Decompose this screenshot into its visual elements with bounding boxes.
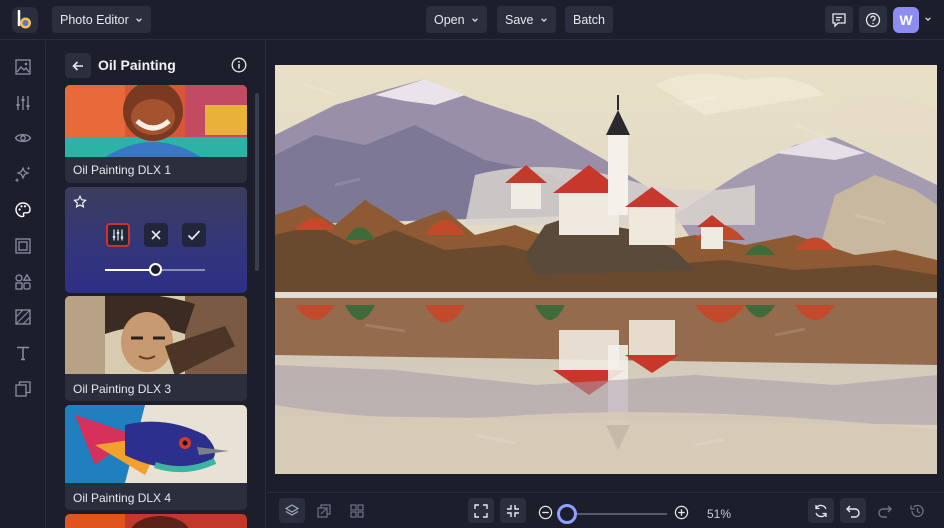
- preset-thumbnail: [65, 514, 247, 528]
- fit-screen-button[interactable]: [468, 498, 494, 523]
- graphics-icon: [15, 273, 32, 290]
- save-button[interactable]: Save: [497, 6, 556, 33]
- canvas-area: [267, 41, 944, 492]
- preset-card-next[interactable]: [65, 514, 247, 528]
- text-icon: [17, 346, 29, 361]
- actual-size-button[interactable]: [500, 498, 526, 523]
- adjust-icon: [16, 96, 30, 110]
- rail-item-adjust[interactable]: [12, 92, 34, 114]
- chat-icon: [832, 12, 846, 28]
- batch-button[interactable]: Batch: [565, 6, 613, 33]
- layers-button[interactable]: [279, 498, 305, 523]
- zoom-in-icon[interactable]: [674, 505, 689, 520]
- layers-icon: [284, 503, 300, 516]
- rail-item-effects[interactable]: [12, 163, 34, 185]
- preset-card-dlx-3[interactable]: Oil Painting DLX 3: [65, 296, 247, 401]
- chevron-down-icon: [540, 17, 547, 22]
- undo-icon: [846, 505, 860, 518]
- magic-icon: [14, 166, 31, 183]
- preset-label: Oil Painting DLX 1: [73, 163, 172, 177]
- preset-thumbnail: [65, 405, 247, 483]
- texture-icon: [15, 309, 31, 325]
- logo-icon: [17, 10, 31, 29]
- save-label: Save: [505, 12, 534, 27]
- edited-photo[interactable]: [275, 65, 937, 474]
- rail-item-textures[interactable]: [12, 306, 34, 328]
- preset-label: Oil Painting DLX 4: [73, 491, 172, 505]
- arrow-left-icon: [72, 60, 83, 71]
- reset-icon: [815, 504, 827, 517]
- cancel-icon: [151, 230, 161, 240]
- effects-panel: Oil Painting Oil Painting DLX 1 Oil Pain…: [47, 41, 266, 528]
- panel-scrollbar[interactable]: [255, 93, 259, 271]
- bottom-toolbar: 51%: [267, 492, 944, 528]
- photo-editor-menu-button[interactable]: Photo Editor: [52, 6, 151, 33]
- chevron-down-icon[interactable]: [924, 15, 932, 23]
- rail-item-text[interactable]: [12, 342, 34, 364]
- compare-button[interactable]: [311, 498, 337, 523]
- back-button[interactable]: [65, 53, 91, 78]
- zoom-out-icon[interactable]: [538, 505, 553, 520]
- top-bar: Photo Editor Open Save Batch W: [0, 0, 944, 40]
- rail-item-collage[interactable]: [12, 378, 34, 400]
- preset-cancel-button[interactable]: [144, 223, 168, 247]
- preset-label: Oil Painting DLX 3: [73, 382, 172, 396]
- rail-item-frames[interactable]: [12, 235, 34, 257]
- settings-icon: [112, 229, 124, 241]
- shrink-icon: [507, 504, 519, 517]
- panel-title: Oil Painting: [98, 57, 176, 73]
- chevron-down-icon: [471, 17, 478, 22]
- redo-icon: [878, 505, 892, 518]
- preset-thumbnail: [65, 296, 247, 374]
- rail-item-view[interactable]: [12, 127, 34, 149]
- star-icon[interactable]: [73, 195, 87, 209]
- feedback-button[interactable]: [825, 6, 853, 33]
- palette-icon: [15, 202, 31, 218]
- intensity-slider-knob[interactable]: [148, 263, 162, 276]
- preset-card-dlx-1[interactable]: Oil Painting DLX 1: [65, 85, 247, 183]
- tool-rail: [0, 41, 46, 528]
- help-button[interactable]: [859, 6, 887, 33]
- rail-item-image[interactable]: [12, 56, 34, 78]
- panel-header: Oil Painting: [47, 41, 265, 85]
- logo[interactable]: [12, 7, 38, 33]
- active-preset-card[interactable]: [65, 187, 247, 293]
- grid-view-button[interactable]: [344, 498, 370, 523]
- open-label: Open: [434, 12, 465, 27]
- compare-icon: [317, 503, 331, 518]
- eye-icon: [14, 133, 32, 143]
- reset-button[interactable]: [808, 498, 834, 523]
- history-button[interactable]: [904, 498, 930, 523]
- zoom-slider-knob[interactable]: [557, 504, 577, 524]
- collage-icon: [15, 381, 31, 397]
- preset-thumbnail: [65, 85, 247, 157]
- batch-label: Batch: [573, 12, 605, 27]
- image-icon: [15, 59, 31, 75]
- apply-icon: [187, 230, 201, 241]
- frame-icon: [15, 238, 31, 254]
- zoom-level-label: 51%: [707, 507, 732, 521]
- preset-apply-button[interactable]: [182, 223, 206, 247]
- history-icon: [910, 504, 924, 517]
- photo-editor-label: Photo Editor: [60, 12, 129, 27]
- oil-painting-lake-image: [275, 65, 937, 474]
- help-icon: [865, 12, 881, 27]
- preset-settings-button[interactable]: [106, 223, 130, 247]
- intensity-slider-fill: [105, 269, 155, 271]
- rail-item-graphics[interactable]: [12, 271, 34, 293]
- open-button[interactable]: Open: [426, 6, 487, 33]
- grid-icon: [350, 503, 364, 518]
- undo-button[interactable]: [840, 498, 866, 523]
- info-icon[interactable]: [231, 57, 247, 73]
- rail-item-artsy[interactable]: [12, 199, 34, 221]
- zoom-slider-track[interactable]: [567, 513, 667, 515]
- chevron-down-icon: [135, 17, 142, 22]
- expand-icon: [474, 503, 488, 518]
- preset-card-dlx-4[interactable]: Oil Painting DLX 4: [65, 405, 247, 510]
- redo-button[interactable]: [872, 498, 898, 523]
- user-avatar-button[interactable]: W: [893, 7, 919, 33]
- avatar-initial: W: [899, 12, 913, 28]
